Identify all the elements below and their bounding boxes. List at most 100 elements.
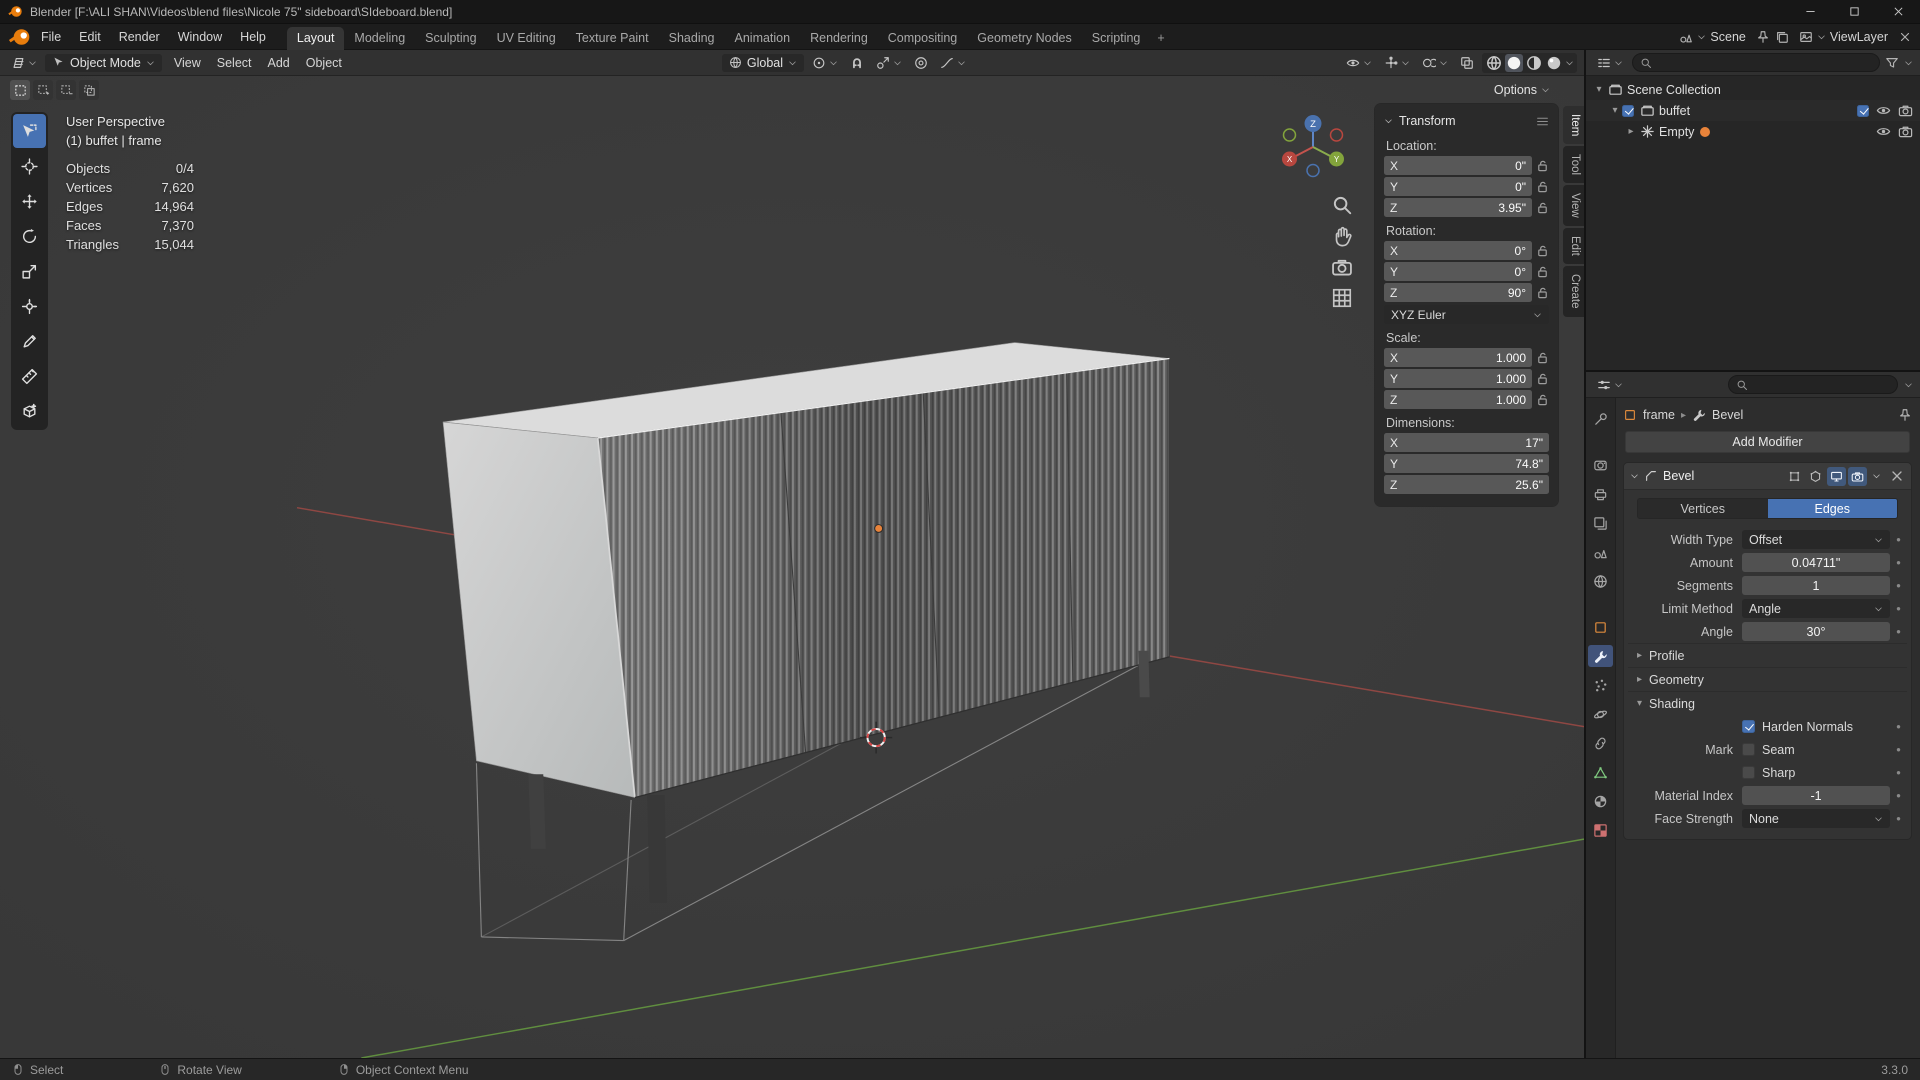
properties-tab-modifiers[interactable] bbox=[1588, 645, 1613, 667]
camera-toggle-icon[interactable] bbox=[1898, 103, 1913, 118]
breadcrumb-modifier[interactable]: Bevel bbox=[1712, 408, 1743, 422]
scale-x-field[interactable]: X 1.000 bbox=[1384, 348, 1532, 367]
shading-material-index-field[interactable]: -1 bbox=[1742, 786, 1890, 805]
new-scene-button[interactable] bbox=[1775, 30, 1789, 44]
snap-settings-dropdown[interactable] bbox=[872, 54, 906, 72]
properties-tab-render[interactable] bbox=[1588, 454, 1613, 476]
rotation-y-field[interactable]: Y 0° bbox=[1384, 262, 1532, 281]
location-z-field[interactable]: Z 3.95" bbox=[1384, 198, 1532, 217]
workspace-tab-scripting[interactable]: Scripting bbox=[1082, 27, 1151, 50]
workspace-tab-texture-paint[interactable]: Texture Paint bbox=[566, 27, 659, 50]
viewport-menu-select[interactable]: Select bbox=[209, 54, 260, 72]
location-y-field[interactable]: Y 0" bbox=[1384, 177, 1532, 196]
select-mode-subtract-button[interactable] bbox=[56, 80, 76, 100]
menu-render[interactable]: Render bbox=[110, 27, 169, 47]
display-realtime-toggle[interactable] bbox=[1827, 466, 1846, 486]
shading-rendered-button[interactable] bbox=[1545, 54, 1563, 72]
workspace-tab-layout[interactable]: Layout bbox=[286, 26, 345, 50]
outliner-search-input[interactable] bbox=[1657, 55, 1872, 70]
lock-icon[interactable] bbox=[1536, 244, 1549, 257]
workspace-tab-animation[interactable]: Animation bbox=[725, 27, 801, 50]
modifier-extras-dropdown[interactable] bbox=[1872, 472, 1881, 480]
pin-id-icon[interactable] bbox=[1898, 408, 1912, 422]
location-x-field[interactable]: X 0" bbox=[1384, 156, 1532, 175]
display-edit-mode-toggle[interactable] bbox=[1806, 467, 1825, 486]
dimensions-x-field[interactable]: X 17" bbox=[1384, 433, 1549, 452]
menu-edit[interactable]: Edit bbox=[70, 27, 110, 47]
tool-select-box[interactable] bbox=[13, 114, 46, 148]
outliner-row-empty[interactable]: ▸ Empty bbox=[1586, 121, 1920, 142]
rotation-x-field[interactable]: X 0° bbox=[1384, 241, 1532, 260]
outliner-row-buffet[interactable]: ▾ buffet bbox=[1586, 100, 1920, 121]
shading-seam-checkbox[interactable] bbox=[1742, 743, 1755, 756]
gizmos-toggle[interactable] bbox=[1380, 54, 1414, 72]
transform-orientation-dropdown[interactable]: Global bbox=[721, 53, 805, 72]
properties-search-box[interactable] bbox=[1728, 375, 1898, 394]
affect-edges-button[interactable]: Edges bbox=[1767, 499, 1897, 518]
menu-window[interactable]: Window bbox=[169, 27, 231, 47]
shading-material-button[interactable] bbox=[1525, 54, 1543, 72]
tool-options-dropdown[interactable]: Options bbox=[1494, 83, 1550, 97]
menu-help[interactable]: Help bbox=[231, 27, 275, 47]
pin-scene-icon[interactable] bbox=[1756, 30, 1770, 44]
param-angle-field[interactable]: 30° bbox=[1742, 622, 1890, 641]
properties-tab-material[interactable] bbox=[1588, 790, 1613, 812]
lock-icon[interactable] bbox=[1536, 265, 1549, 278]
param-amount-field[interactable]: 0.04711" bbox=[1742, 553, 1890, 572]
rotation-mode-dropdown[interactable]: XYZ Euler bbox=[1384, 305, 1549, 324]
viewport-menu-add[interactable]: Add bbox=[260, 54, 298, 72]
editor-type-button[interactable] bbox=[7, 54, 41, 72]
transform-panel-header[interactable]: Transform bbox=[1384, 110, 1549, 132]
workspace-tab-compositing[interactable]: Compositing bbox=[878, 27, 967, 50]
lock-icon[interactable] bbox=[1536, 372, 1549, 385]
properties-tab-world[interactable] bbox=[1588, 570, 1613, 592]
workspace-tab-uv-editing[interactable]: UV Editing bbox=[487, 27, 566, 50]
viewport-menu-object[interactable]: Object bbox=[298, 54, 350, 72]
param-limit-method-dropdown[interactable]: Angle bbox=[1742, 599, 1890, 618]
select-mode-set-button[interactable] bbox=[10, 80, 30, 100]
camera-toggle-icon[interactable] bbox=[1898, 124, 1913, 139]
section-profile[interactable]: ▸ Profile bbox=[1628, 643, 1907, 667]
select-mode-intersect-button[interactable] bbox=[79, 80, 99, 100]
menu-file[interactable]: File bbox=[32, 27, 70, 47]
lock-icon[interactable] bbox=[1536, 393, 1549, 406]
dimensions-z-field[interactable]: Z 25.6" bbox=[1384, 475, 1549, 494]
tool-measure[interactable] bbox=[13, 359, 46, 393]
workspace-tab-geometry-nodes[interactable]: Geometry Nodes bbox=[967, 27, 1081, 50]
overlays-toggle[interactable] bbox=[1418, 54, 1452, 72]
param-width-type-dropdown[interactable]: Offset bbox=[1742, 530, 1890, 549]
shading-harden-normals-checkbox[interactable] bbox=[1742, 720, 1755, 733]
tool-cursor[interactable] bbox=[13, 149, 46, 183]
modifier-header[interactable]: Bevel bbox=[1624, 463, 1911, 490]
xray-toggle[interactable] bbox=[1456, 54, 1478, 72]
scale-z-field[interactable]: Z 1.000 bbox=[1384, 390, 1532, 409]
lock-icon[interactable] bbox=[1536, 286, 1549, 299]
filter-icon[interactable] bbox=[1885, 56, 1899, 70]
maximize-button[interactable] bbox=[1832, 0, 1876, 23]
eye-toggle-icon[interactable] bbox=[1876, 103, 1891, 118]
shading-wireframe-button[interactable] bbox=[1485, 54, 1503, 72]
collection-checkbox[interactable] bbox=[1622, 104, 1634, 117]
param-segments-field[interactable]: 1 bbox=[1742, 576, 1890, 595]
properties-tab-texture[interactable] bbox=[1588, 819, 1613, 841]
minimize-button[interactable] bbox=[1788, 0, 1832, 23]
properties-tab-object[interactable] bbox=[1588, 616, 1613, 638]
remove-modifier-button[interactable] bbox=[1889, 468, 1905, 484]
lock-icon[interactable] bbox=[1536, 201, 1549, 214]
section-geometry[interactable]: ▸ Geometry bbox=[1628, 667, 1907, 691]
outliner-search-box[interactable] bbox=[1632, 53, 1880, 72]
snap-toggle[interactable] bbox=[846, 54, 868, 72]
eye-toggle-icon[interactable] bbox=[1876, 124, 1891, 139]
scene-browser[interactable]: Scene bbox=[1674, 28, 1750, 46]
add-workspace-button[interactable]: + bbox=[1150, 27, 1171, 50]
lock-icon[interactable] bbox=[1536, 351, 1549, 364]
camera-view-control[interactable] bbox=[1331, 256, 1353, 278]
workspace-tab-shading[interactable]: Shading bbox=[659, 27, 725, 50]
proportional-editing-toggle[interactable] bbox=[910, 54, 932, 72]
shading-solid-button[interactable] bbox=[1505, 53, 1523, 72]
display-render-toggle[interactable] bbox=[1848, 466, 1867, 486]
workspace-tab-modeling[interactable]: Modeling bbox=[344, 27, 415, 50]
properties-tab-output[interactable] bbox=[1588, 483, 1613, 505]
workspace-tab-sculpting[interactable]: Sculpting bbox=[415, 27, 486, 50]
tool-move[interactable] bbox=[13, 184, 46, 218]
